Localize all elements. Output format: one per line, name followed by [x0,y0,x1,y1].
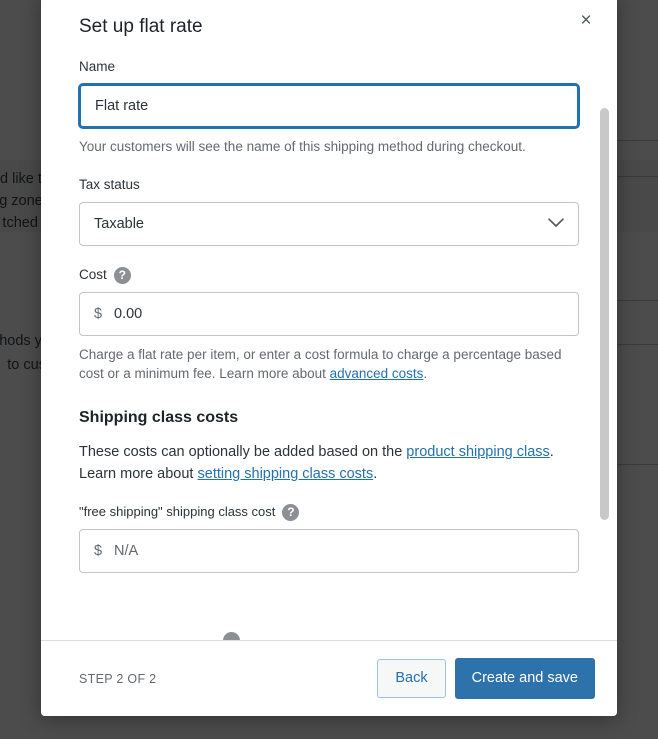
modal-body: Name Your customers will see the name of… [41,50,617,640]
help-icon[interactable]: ? [282,503,300,521]
step-indicator: STEP 2 OF 2 [79,671,157,686]
setting-shipping-class-costs-link[interactable]: setting shipping class costs [198,466,374,482]
page-title: Set up flat rate [79,16,203,37]
intro-suffix: . [373,466,378,482]
shipping-class-section-title: Shipping class costs [79,409,239,426]
free-shipping-cost-input-wrap: $ [79,529,579,573]
name-label: Name [79,59,116,74]
product-shipping-class-link[interactable]: product shipping class [406,444,549,460]
cost-input-wrap: $ [79,292,579,336]
cost-label-row: Cost ? [79,266,579,284]
tax-status-field-block: Tax status Taxable [79,176,579,246]
name-help-text: Your customers will see the name of this… [79,139,526,154]
tax-status-label: Tax status [79,177,140,192]
cost-help-prefix: Charge a flat rate per item, or enter a … [79,347,562,381]
create-and-save-button[interactable]: Create and save [454,658,595,699]
scrollbar-track[interactable] [600,50,609,640]
tax-status-select[interactable]: Taxable [79,202,579,246]
free-shipping-cost-input[interactable] [79,529,579,573]
modal-header: Set up flat rate × [41,0,617,50]
free-shipping-class-cost-label: "free shipping" shipping class cost [79,504,276,519]
flat-rate-setup-modal: Set up flat rate × Name Your customers w… [41,0,617,716]
shipping-class-intro: These costs can optionally be added base… [79,441,579,485]
help-icon[interactable] [223,632,240,640]
name-input[interactable] [79,84,579,128]
help-icon[interactable]: ? [113,266,131,284]
close-icon[interactable]: × [571,6,601,36]
intro-prefix: These costs can optionally be added base… [79,444,407,460]
cost-help-text: Charge a flat rate per item, or enter a … [79,345,579,383]
scrollbar-thumb[interactable] [600,108,609,520]
free-shipping-label-row: "free shipping" shipping class cost ? [79,503,579,521]
tax-status-select-wrap[interactable]: Taxable [79,202,579,246]
footer-actions: Back Create and save [377,658,595,699]
cost-field-block: Cost ? $ Charge a flat rate per item, or… [79,266,579,383]
free-shipping-class-cost-block: "free shipping" shipping class cost ? $ [79,503,579,573]
cost-input[interactable] [79,292,579,336]
modal-footer: STEP 2 OF 2 Back Create and save [41,640,617,716]
back-button[interactable]: Back [377,659,446,698]
name-field-block: Name Your customers will see the name of… [79,58,579,156]
advanced-costs-link[interactable]: advanced costs [330,366,424,381]
cost-label: Cost [79,267,107,282]
cost-help-suffix: . [423,366,428,381]
